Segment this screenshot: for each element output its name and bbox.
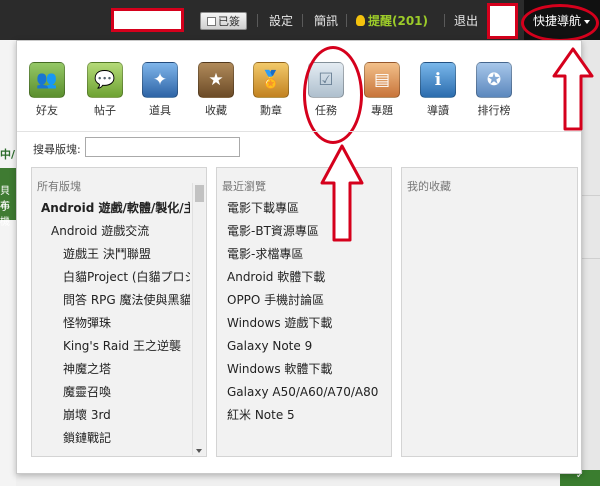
medal-icon: 🏅 [253, 62, 289, 98]
redacted-avatar-box [487, 3, 518, 39]
nav-favorites[interactable]: ★ 收藏 [193, 62, 239, 118]
background-green-text: 中/ [0, 148, 16, 161]
favorite-boards-header: 我的收藏 [407, 180, 451, 193]
list-item[interactable]: 神魔之塔 [32, 358, 190, 381]
nav-icon-row: 👥 好友 💬 帖子 ✦ 道具 ★ 收藏 🏅 勳章 ☑ 任務 ▤ 專題 ℹ 導讀 … [24, 62, 520, 124]
nav-tools[interactable]: ✦ 道具 [137, 62, 183, 118]
nav-guide[interactable]: ℹ 導讀 [415, 62, 461, 118]
board-search-input[interactable] [85, 137, 240, 157]
separator [302, 14, 303, 27]
lightbulb-icon [356, 15, 365, 26]
ranking-icon: ✪ [476, 62, 512, 98]
recent-boards-column: 最近瀏覽 電影下載專區 電影-BT資源專區 電影-求檔專區 Android 軟體… [216, 167, 392, 457]
nav-posts-label: 帖子 [94, 104, 116, 117]
nav-friends-label: 好友 [36, 104, 58, 117]
redacted-username-box [111, 8, 184, 32]
nav-guide-label: 導讀 [427, 104, 449, 117]
list-item[interactable]: 電影-求檔專區 [217, 243, 391, 266]
annotation-arrow-task [320, 144, 364, 242]
sign-in-label: 已簽 [218, 15, 240, 28]
posts-icon: 💬 [87, 62, 123, 98]
list-item[interactable]: Android 遊戲交流 [32, 220, 190, 243]
annotation-arrow-quick-nav [552, 47, 594, 131]
list-item[interactable]: 問答 RPG 魔法使與黑貓維 [32, 289, 190, 312]
checkbox-icon [207, 16, 216, 26]
list-item[interactable]: Windows 軟體下載 [217, 358, 391, 381]
nav-favorites-label: 收藏 [205, 104, 227, 117]
background-box-line2: 手機 [0, 202, 10, 228]
list-item[interactable]: Galaxy Note 9 [217, 335, 391, 358]
board-search-label: 搜尋版塊: [33, 143, 81, 156]
list-item[interactable]: 鎖鏈戰記 [32, 427, 190, 450]
separator [257, 14, 258, 27]
all-boards-column: 所有版塊 Android 遊戲/軟體/製化/主 Android 遊戲交流 遊戲王… [31, 167, 207, 457]
separator [346, 14, 347, 27]
divider [582, 195, 600, 196]
nav-topics[interactable]: ▤ 專題 [359, 62, 405, 118]
nav-topics-label: 專題 [371, 104, 393, 117]
list-item[interactable]: 紅米 Note 5 [217, 404, 391, 427]
list-item[interactable]: Android 軟體下載 [217, 266, 391, 289]
all-boards-header: 所有版塊 [37, 180, 81, 193]
divider [582, 258, 600, 259]
nav-medals-label: 勳章 [260, 104, 282, 117]
reminder-link[interactable]: 提醒(201) [356, 12, 428, 29]
nav-ranking[interactable]: ✪ 排行榜 [471, 62, 517, 118]
messages-link[interactable]: 簡訊 [314, 12, 338, 29]
list-item[interactable]: OPPO 手機討論區 [217, 289, 391, 312]
list-item[interactable]: King's Raid 王之逆襲 [32, 335, 190, 358]
annotation-circle-task [303, 46, 363, 144]
annotation-circle-quick-nav [521, 4, 599, 42]
all-boards-list: Android 遊戲/軟體/製化/主 Android 遊戲交流 遊戲王 決鬥聯盟… [32, 197, 190, 450]
list-item[interactable]: Android 遊戲/軟體/製化/主 [32, 197, 190, 220]
favorite-boards-column: 我的收藏 [401, 167, 578, 457]
sign-in-button[interactable]: 已簽 [200, 12, 247, 30]
divider [17, 131, 581, 132]
list-item[interactable]: 怪物彈珠 [32, 312, 190, 335]
list-item[interactable]: 魔靈召喚 [32, 381, 190, 404]
list-item[interactable]: 崩壞 3rd [32, 404, 190, 427]
list-item[interactable]: Galaxy A50/A60/A70/A80 [217, 381, 391, 404]
logout-link[interactable]: 退出 [454, 12, 478, 29]
recent-boards-header: 最近瀏覽 [222, 180, 266, 193]
scrollbar-thumb[interactable] [195, 185, 204, 202]
background-page-left [0, 40, 16, 486]
background-green-box: 貝布 手機 [0, 168, 16, 228]
reminder-label: 提醒(201) [368, 14, 429, 28]
list-item[interactable]: 遊戲王 決鬥聯盟 [32, 243, 190, 266]
guide-icon: ℹ [420, 62, 456, 98]
list-item[interactable]: 白貓Project (白貓プロジ [32, 266, 190, 289]
friends-icon: 👥 [29, 62, 65, 98]
all-boards-scrollbar[interactable] [192, 183, 205, 455]
favorites-icon: ★ [198, 62, 234, 98]
nav-friends[interactable]: 👥 好友 [24, 62, 70, 118]
settings-link[interactable]: 設定 [269, 12, 293, 29]
nav-medals[interactable]: 🏅 勳章 [248, 62, 294, 118]
separator [444, 14, 445, 27]
topics-icon: ▤ [364, 62, 400, 98]
nav-posts[interactable]: 💬 帖子 [82, 62, 128, 118]
list-item[interactable]: Windows 遊戲下載 [217, 312, 391, 335]
scroll-down-icon[interactable] [196, 449, 202, 453]
nav-ranking-label: 排行榜 [477, 104, 511, 117]
nav-tools-label: 道具 [149, 104, 171, 117]
tools-icon: ✦ [142, 62, 178, 98]
